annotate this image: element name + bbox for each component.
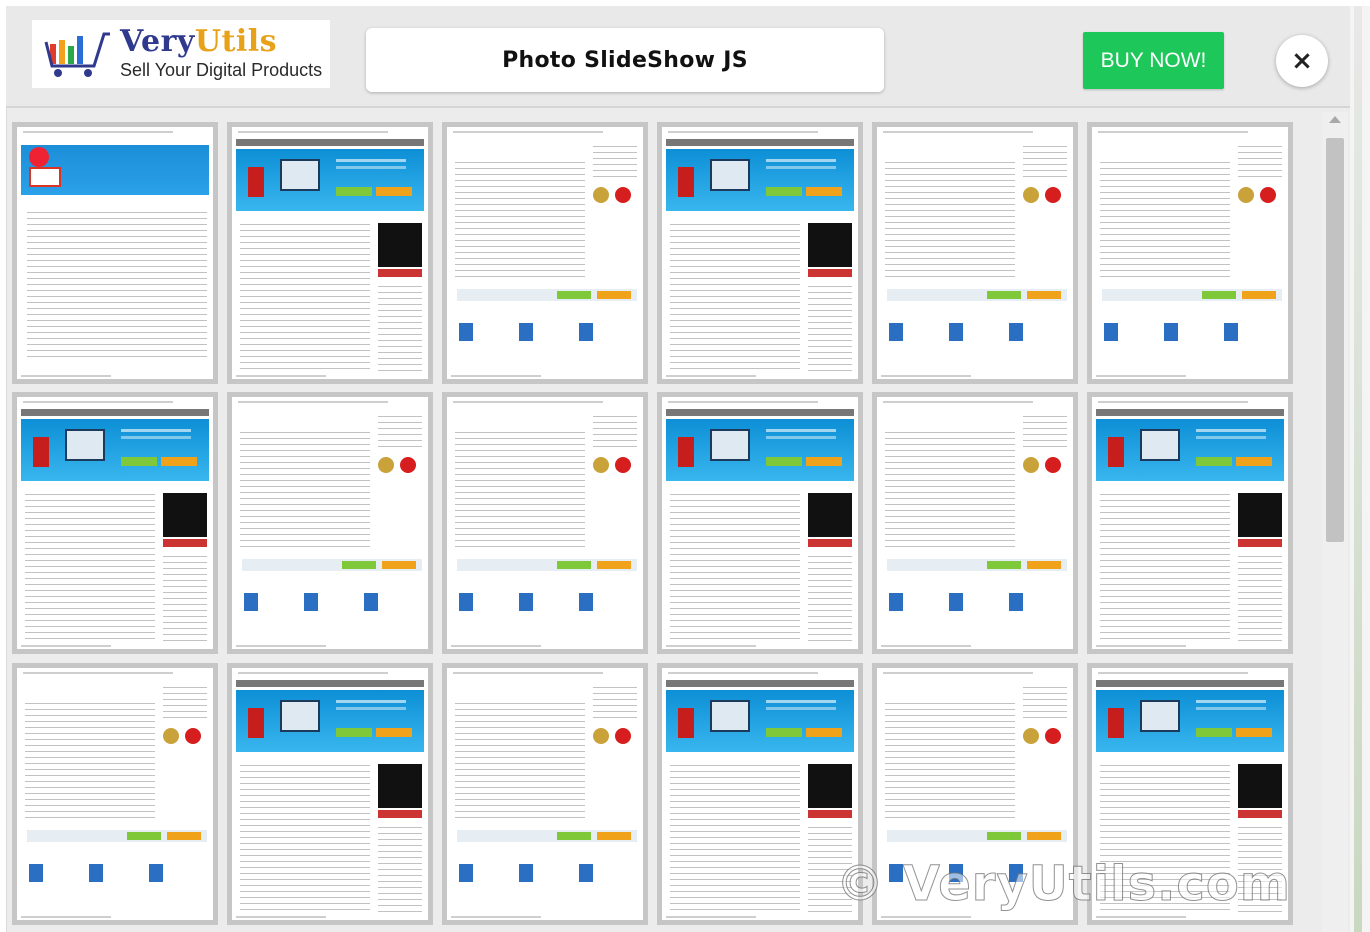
page-edge: [1350, 6, 1370, 932]
buy-now-button[interactable]: BUY NOW!: [1083, 32, 1224, 89]
thumbnail-3[interactable]: [442, 122, 648, 384]
thumbnail-10[interactable]: [657, 392, 863, 654]
slideshow-header: VeryUtils Sell Your Digital Products Pho…: [6, 6, 1350, 108]
close-button[interactable]: ×: [1276, 35, 1328, 87]
thumbnail-13[interactable]: [12, 663, 218, 925]
logo[interactable]: VeryUtils Sell Your Digital Products: [32, 20, 330, 88]
scroll-up-arrow-icon[interactable]: [1329, 116, 1341, 123]
thumbnail-9[interactable]: [442, 392, 648, 654]
logo-tagline: Sell Your Digital Products: [120, 60, 323, 80]
scrollbar-thumb[interactable]: [1326, 138, 1344, 542]
thumbnail-12[interactable]: [1087, 392, 1293, 654]
thumbnail-14[interactable]: [227, 663, 433, 925]
page-title: Photo SlideShow JS: [502, 47, 748, 73]
logo-brand-very: Very: [120, 24, 195, 59]
thumbnail-6[interactable]: [1087, 122, 1293, 384]
logo-brand-utils: Utils: [194, 24, 278, 59]
thumbnail-1[interactable]: [12, 122, 218, 384]
thumbnail-11[interactable]: [872, 392, 1078, 654]
thumbnail-5[interactable]: [872, 122, 1078, 384]
shopping-cart-bars-icon: [44, 32, 110, 77]
watermark: © VeryUtils.com: [836, 856, 1291, 913]
thumbnail-4[interactable]: [657, 122, 863, 384]
thumbnail-16[interactable]: [657, 663, 863, 925]
close-icon: ×: [1291, 46, 1313, 76]
title-box: Photo SlideShow JS: [366, 28, 884, 92]
logo-brand: VeryUtils: [120, 24, 277, 59]
thumbnail-8[interactable]: [227, 392, 433, 654]
thumbnail-2[interactable]: [227, 122, 433, 384]
thumbnail-15[interactable]: [442, 663, 648, 925]
thumbnail-7[interactable]: [12, 392, 218, 654]
